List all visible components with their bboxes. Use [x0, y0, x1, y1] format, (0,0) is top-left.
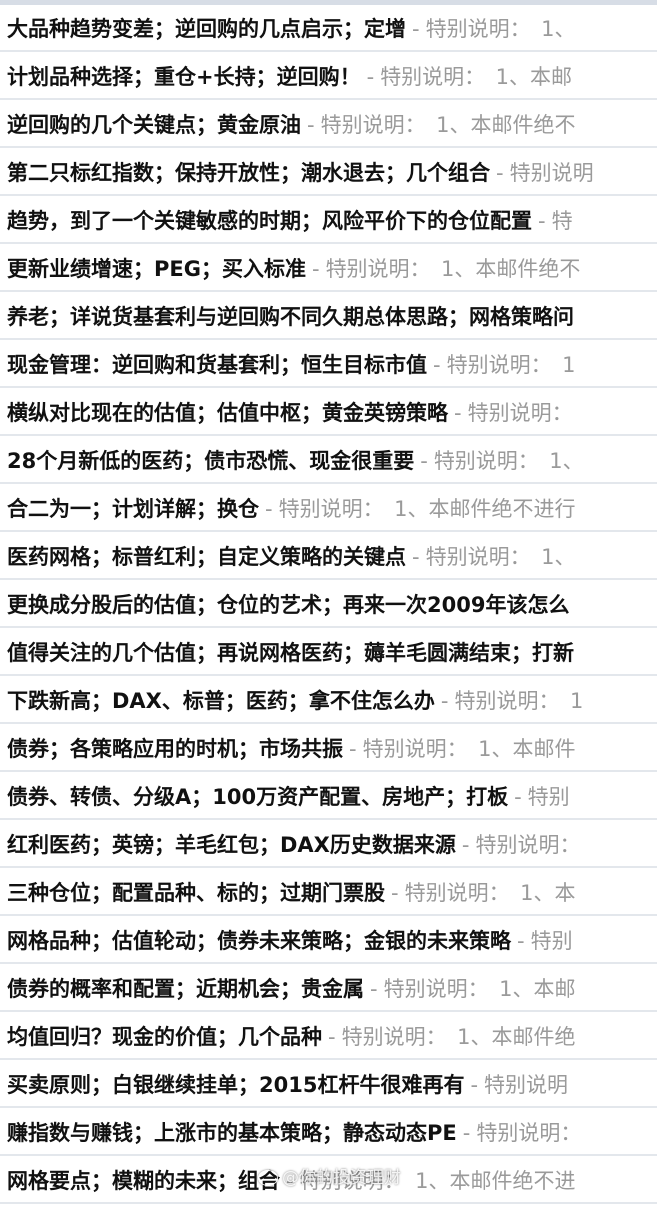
- email-snippet: 特别说明: [509, 161, 594, 185]
- snippet-separator: -: [514, 785, 522, 809]
- email-subject: 大品种趋势变差；逆回购的几点启示；定增: [7, 17, 406, 41]
- email-snippet: 特别说明：: [467, 401, 573, 425]
- email-subject: 28个月新低的医药；债市恐慌、现金很重要: [7, 449, 415, 473]
- email-list: 大品种趋势变差；逆回购的几点启示；定增 - 特别说明： 1、 计划品种选择；重仓+长持…: [0, 6, 657, 1206]
- email-row[interactable]: 逆回购的几个关键点；黄金原油 - 特别说明： 1、本邮件绝不: [0, 102, 657, 148]
- email-snippet: 特别: [530, 929, 573, 953]
- snippet-separator: -: [420, 449, 428, 473]
- snippet-separator: -: [391, 881, 399, 905]
- email-row[interactable]: 三种仓位；配置品种、标的；过期门票股 - 特别说明： 1、本: [0, 870, 657, 916]
- snippet-separator: -: [461, 833, 470, 857]
- snippet-separator: -: [462, 1121, 471, 1145]
- email-subject: 网格要点；模糊的未来；组合: [7, 1169, 280, 1193]
- email-snippet: 特别说明： 1、本邮: [380, 65, 573, 89]
- snippet-separator: -: [433, 353, 441, 377]
- snippet-separator: -: [412, 545, 420, 569]
- weibo-logo-icon: [258, 1170, 278, 1186]
- email-snippet: 特别说明： 1、: [425, 545, 576, 569]
- email-subject: 现金管理：逆回购和货基套利；恒生目标市值: [7, 353, 427, 377]
- email-snippet: 特别说明： 1、本: [404, 881, 576, 905]
- watermark: @你的投资理财: [258, 1163, 401, 1188]
- snippet-separator: -: [366, 65, 375, 89]
- email-row[interactable]: 均值回归？现金的价值；几个品种 - 特别说明： 1、本邮件绝: [0, 1014, 657, 1060]
- snippet-separator: -: [370, 977, 378, 1001]
- email-snippet: 特别说明： 1: [446, 353, 576, 377]
- email-row[interactable]: 趋势，到了一个关键敏感的时期；风险平价下的仓位配置 - 特: [0, 198, 657, 244]
- email-row[interactable]: 红利医药；英镑；羊毛红包；DAX历史数据来源 - 特别说明：: [0, 822, 657, 868]
- snippet-separator: -: [311, 257, 320, 281]
- email-subject: 更换成分股后的估值；仓位的艺术；再来一次2009年该怎么: [7, 593, 570, 617]
- email-subject: 逆回购的几个关键点；黄金原油: [7, 113, 301, 137]
- email-row[interactable]: 下跌新高；DAX、标普；医药；拿不住怎么办 - 特别说明： 1: [0, 678, 657, 724]
- email-snippet: 特别说明： 1、本邮件绝不进行: [278, 497, 576, 521]
- email-row[interactable]: 计划品种选择；重仓+长持；逆回购！ - 特别说明： 1、本邮: [0, 54, 657, 100]
- email-row[interactable]: 现金管理：逆回购和货基套利；恒生目标市值 - 特别说明： 1: [0, 342, 657, 388]
- email-subject: 横纵对比现在的估值；估值中枢；黄金英镑策略: [7, 401, 448, 425]
- email-snippet: 特别说明：: [475, 833, 581, 857]
- email-subject: 债券的概率和配置；近期机会；贵金属: [7, 977, 364, 1001]
- watermark-text: @你的投资理财: [282, 1168, 401, 1188]
- email-snippet: 特别说明： 1: [454, 689, 584, 713]
- email-subject: 债券、转债、分级A；100万资产配置、房地产；打板: [7, 785, 509, 809]
- snippet-separator: -: [538, 209, 546, 233]
- email-snippet: 特别说明：: [476, 1121, 582, 1145]
- email-row[interactable]: 横纵对比现在的估值；估值中枢；黄金英镑策略 - 特别说明：: [0, 390, 657, 436]
- email-row[interactable]: 更新业绩增速；PEG；买入标准 - 特别说明： 1、本邮件绝不: [0, 246, 657, 292]
- email-row[interactable]: 债券；各策略应用的时机；市场共振 - 特别说明： 1、本邮件: [0, 726, 657, 772]
- email-row[interactable]: 28个月新低的医药；债市恐慌、现金很重要 - 特别说明： 1、: [0, 438, 657, 484]
- email-row[interactable]: 网格品种；估值轮动；债券未来策略；金银的未来策略 - 特别: [0, 918, 657, 964]
- email-subject: 趋势，到了一个关键敏感的时期；风险平价下的仓位配置: [7, 209, 532, 233]
- email-row[interactable]: 债券的概率和配置；近期机会；贵金属 - 特别说明： 1、本邮: [0, 966, 657, 1012]
- snippet-separator: -: [496, 161, 504, 185]
- email-snippet: 特别说明： 1、: [433, 449, 584, 473]
- email-subject: 下跌新高；DAX、标普；医药；拿不住怎么办: [7, 689, 435, 713]
- email-subject: 值得关注的几个估值；再说网格医药；薅羊毛圆满结束；打新: [7, 641, 574, 665]
- email-snippet: 特别说明： 1、: [425, 17, 576, 41]
- email-subject: 计划品种选择；重仓+长持；逆回购！: [7, 65, 361, 89]
- email-row[interactable]: 合二为一；计划详解；换仓 - 特别说明： 1、本邮件绝不进行: [0, 486, 657, 532]
- email-snippet: 特别说明： 1、本邮件: [362, 737, 576, 761]
- email-row[interactable]: 大品种趋势变差；逆回购的几点启示；定增 - 特别说明： 1、: [0, 6, 657, 52]
- email-subject: 红利医药；英镑；羊毛红包；DAX历史数据来源: [7, 833, 456, 857]
- email-row[interactable]: 买卖原则；白银继续挂单；2015杠杆牛很难再有 - 特别说明: [0, 1062, 657, 1108]
- snippet-separator: -: [412, 17, 420, 41]
- email-subject: 赚指数与赚钱；上涨市的基本策略；静态动态PE: [7, 1121, 457, 1145]
- email-row[interactable]: 值得关注的几个估值；再说网格医药；薅羊毛圆满结束；打新: [0, 630, 657, 676]
- email-subject: 买卖原则；白银继续挂单；2015杠杆牛很难再有: [7, 1073, 465, 1097]
- snippet-separator: -: [470, 1073, 479, 1097]
- email-subject: 网格品种；估值轮动；债券未来策略；金银的未来策略: [7, 929, 511, 953]
- snippet-separator: -: [517, 929, 525, 953]
- email-subject: 更新业绩增速；PEG；买入标准: [7, 257, 306, 281]
- email-snippet: 特别: [527, 785, 570, 809]
- email-subject: 三种仓位；配置品种、标的；过期门票股: [7, 881, 385, 905]
- snippet-separator: -: [454, 401, 462, 425]
- email-subject: 第二只标红指数；保持开放性；潮水退去；几个组合: [7, 161, 490, 185]
- email-subject: 债券；各策略应用的时机；市场共振: [7, 737, 343, 761]
- email-snippet: 特别说明: [484, 1073, 569, 1097]
- top-divider: [0, 0, 657, 5]
- email-row[interactable]: 赚指数与赚钱；上涨市的基本策略；静态动态PE - 特别说明：: [0, 1110, 657, 1156]
- snippet-separator: -: [307, 113, 315, 137]
- email-snippet: 特别说明： 1、本邮件绝: [341, 1025, 576, 1049]
- snippet-separator: -: [349, 737, 357, 761]
- email-snippet: 特: [551, 209, 573, 233]
- email-subject: 医药网格；标普红利；自定义策略的关键点: [7, 545, 406, 569]
- email-row[interactable]: 第二只标红指数；保持开放性；潮水退去；几个组合 - 特别说明: [0, 150, 657, 196]
- email-snippet: 特别说明： 1、本邮: [383, 977, 576, 1001]
- email-snippet: 特别说明： 1、本邮件绝不: [325, 257, 581, 281]
- email-row[interactable]: 债券、转债、分级A；100万资产配置、房地产；打板 - 特别: [0, 774, 657, 820]
- snippet-separator: -: [440, 689, 449, 713]
- email-subject: 合二为一；计划详解；换仓: [7, 497, 259, 521]
- email-snippet: 特别说明： 1、本邮件绝不: [320, 113, 576, 137]
- email-subject: 养老；详说货基套利与逆回购不同久期总体思路；网格策略问: [7, 305, 574, 329]
- email-row[interactable]: 医药网格；标普红利；自定义策略的关键点 - 特别说明： 1、: [0, 534, 657, 580]
- snippet-separator: -: [328, 1025, 336, 1049]
- email-subject: 均值回归？现金的价值；几个品种: [7, 1025, 322, 1049]
- email-row[interactable]: 养老；详说货基套利与逆回购不同久期总体思路；网格策略问: [0, 294, 657, 340]
- snippet-separator: -: [265, 497, 273, 521]
- email-row[interactable]: 更换成分股后的估值；仓位的艺术；再来一次2009年该怎么: [0, 582, 657, 628]
